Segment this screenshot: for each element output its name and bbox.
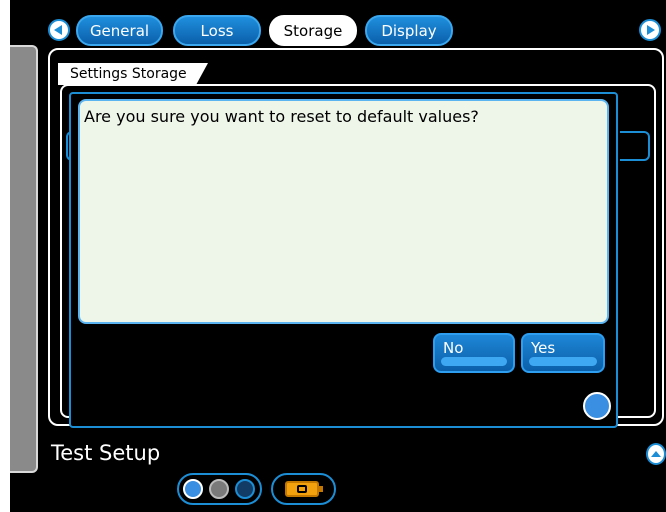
footer-title: Test Setup (51, 441, 161, 465)
status-pill-right[interactable] (271, 473, 336, 505)
screen: General Loss Storage Display Settings St… (0, 0, 666, 512)
status-dot-icon (183, 479, 203, 499)
tab-display[interactable]: Display (365, 15, 453, 46)
nav-right-icon[interactable] (639, 19, 661, 41)
status-pill-left[interactable] (177, 473, 262, 505)
info-icon (235, 479, 255, 499)
yes-button-highlight (529, 357, 597, 366)
message-box (78, 99, 609, 324)
tab-general[interactable]: General (76, 15, 163, 46)
background-field (620, 131, 650, 161)
tab-storage[interactable]: Storage (269, 15, 357, 46)
no-button-highlight (441, 357, 507, 366)
no-button[interactable]: No (433, 333, 515, 373)
battery-symbol-icon (297, 485, 307, 493)
section-title: Settings Storage (58, 63, 208, 85)
battery-icon (285, 481, 323, 497)
nav-left-icon[interactable] (48, 19, 70, 41)
lock-icon (209, 479, 229, 499)
no-button-label: No (443, 339, 464, 357)
scroll-up-icon[interactable] (646, 443, 666, 465)
round-action-button[interactable] (583, 392, 611, 420)
left-rail (10, 45, 38, 473)
tab-loss[interactable]: Loss (173, 15, 261, 46)
yes-button[interactable]: Yes (521, 333, 605, 373)
dialog-message: Are you sure you want to reset to defaul… (84, 107, 479, 126)
yes-button-label: Yes (531, 339, 556, 357)
